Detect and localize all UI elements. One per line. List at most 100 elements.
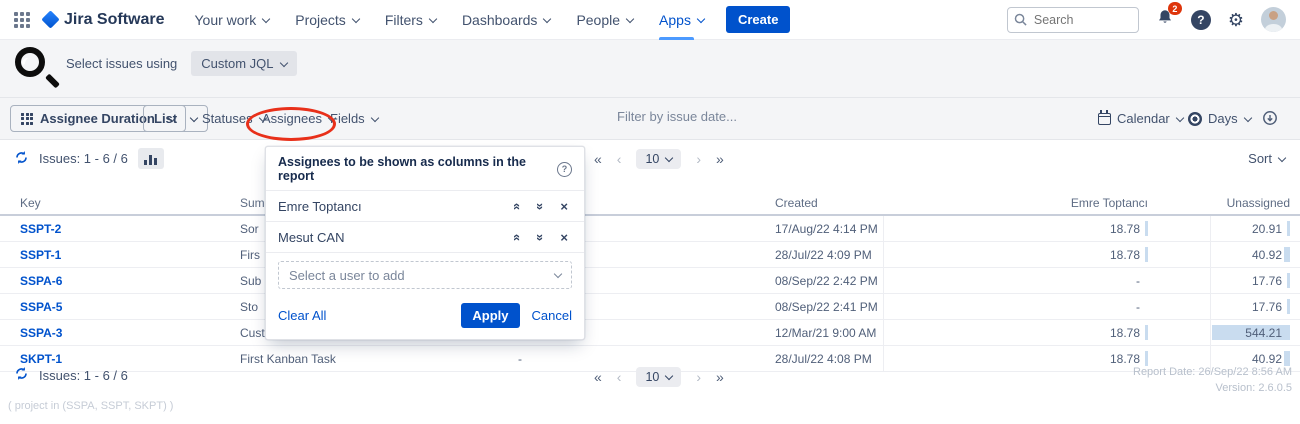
table-row[interactable]: SSPA-3 Custom Calendar Issue 19/Jul/22 1… [0, 320, 1300, 346]
jql-mode-dropdown[interactable]: Custom JQL [191, 51, 296, 76]
table-header-row: Key Summary Created Emre Toptancı Unassi… [0, 190, 1300, 216]
fields-dropdown[interactable]: Fields [330, 111, 378, 126]
remove-assignee-icon[interactable]: × [560, 231, 568, 244]
duration-bar [1284, 351, 1290, 366]
refresh-icon[interactable] [14, 150, 29, 168]
assignees-dropdown[interactable]: Assignees [262, 111, 335, 126]
jira-diamond-icon [41, 10, 59, 28]
issues-count-label: Issues: 1 - 6 / 6 [39, 151, 128, 166]
pagination-next-button[interactable]: › [696, 369, 701, 385]
notifications-bell-icon[interactable]: 2 [1156, 8, 1174, 31]
chevron-down-icon [279, 58, 287, 66]
issue-key-link[interactable]: SSPT-1 [20, 242, 61, 268]
table-row[interactable]: SSPT-1 Firs 28/Jul/22 4:09 PM 18.78 40.9… [0, 242, 1300, 268]
table-row[interactable]: SSPA-5 Sto 08/Sep/22 2:41 PM - 17.76 [0, 294, 1300, 320]
pagination-last-button[interactable]: » [716, 151, 724, 167]
remove-assignee-icon[interactable]: × [560, 200, 568, 213]
jira-logo[interactable]: Jira Software [44, 11, 164, 29]
nav-people[interactable]: People [576, 0, 633, 40]
sort-dropdown[interactable]: Sort [1248, 151, 1285, 166]
duration-bar [1284, 247, 1290, 262]
issue-key-link[interactable]: SSPA-3 [20, 320, 62, 346]
view-mode-dropdown[interactable]: List [143, 105, 208, 132]
column-header-assignee1[interactable]: Emre Toptancı [1008, 190, 1148, 216]
nav-apps[interactable]: Apps [659, 0, 704, 40]
chevron-down-icon [543, 14, 551, 22]
jql-echo-label: ( project in (SSPA, SSPT, SKPT) ) [8, 400, 173, 412]
issue-key-link[interactable]: SSPA-6 [20, 268, 62, 294]
move-up-icon[interactable]: « [511, 233, 524, 240]
report-version: Version: 2.6.0.5 [1133, 380, 1292, 396]
chevron-down-icon [370, 113, 378, 121]
apply-button[interactable]: Apply [461, 303, 519, 328]
issue-key-link[interactable]: SSPA-5 [20, 294, 62, 320]
duration-cell-assignee1: 18.78 [1008, 320, 1148, 346]
time-unit-dropdown[interactable]: Days [1188, 111, 1251, 126]
chevron-down-icon [190, 113, 198, 121]
column-separator [883, 216, 884, 372]
calendar-dropdown[interactable]: Calendar [1098, 111, 1183, 126]
table-row[interactable]: SSPT-2 Sor 17/Aug/22 4:14 PM 18.78 20.91 [0, 216, 1300, 242]
issues-count-label: Issues: 1 - 6 / 6 [39, 368, 128, 383]
duration-cell-unassigned: 544.21 [1150, 320, 1290, 346]
topnav-right: 2 ? ⚙ [1007, 7, 1286, 33]
column-header-created[interactable]: Created [775, 190, 818, 216]
cancel-link[interactable]: Cancel [532, 308, 572, 323]
statuses-dropdown[interactable]: Statuses [202, 111, 266, 126]
duration-cell-assignee1: - [1008, 294, 1148, 320]
pagination-first-button[interactable]: « [594, 369, 602, 385]
pagination-prev-button[interactable]: ‹ [617, 369, 622, 385]
chart-view-button[interactable] [138, 148, 164, 169]
issue-source-selector: Select issues using Custom JQL [66, 51, 297, 76]
assignee-list-item: Emre Toptancı « » × [266, 191, 584, 222]
nav-dashboards[interactable]: Dashboards [462, 0, 551, 40]
help-icon[interactable]: ? [1191, 10, 1211, 30]
assignees-panel: Assignees to be shown as columns in the … [265, 146, 585, 340]
duration-bar [1145, 325, 1148, 340]
app-switcher-icon[interactable] [14, 12, 30, 28]
panel-help-icon[interactable]: ? [557, 162, 572, 177]
page-size-select[interactable]: 10 [636, 367, 681, 387]
column-header-key[interactable]: Key [20, 190, 41, 216]
settings-gear-icon[interactable]: ⚙ [1228, 11, 1244, 29]
pagination-first-button[interactable]: « [594, 151, 602, 167]
column-header-unassigned[interactable]: Unassigned [1150, 190, 1290, 216]
duration-cell-assignee1: - [1008, 268, 1148, 294]
duration-bar [1287, 299, 1290, 314]
move-up-icon[interactable]: « [511, 202, 524, 209]
create-button[interactable]: Create [726, 6, 790, 33]
move-down-icon[interactable]: » [534, 202, 547, 209]
chevron-down-icon [1278, 153, 1286, 161]
chevron-down-icon [1243, 113, 1251, 121]
assignee-list-item: Mesut CAN « » × [266, 222, 584, 253]
chevron-down-icon [554, 270, 562, 278]
pagination-prev-button[interactable]: ‹ [617, 151, 622, 167]
issue-created-cell: 08/Sep/22 2:42 PM [775, 268, 878, 294]
add-user-select[interactable]: Select a user to add [278, 261, 572, 289]
duration-cell-unassigned: 17.76 [1150, 268, 1290, 294]
nav-filters[interactable]: Filters [385, 0, 436, 40]
issue-key-link[interactable]: SSPT-2 [20, 216, 61, 242]
pagination-bottom: « ‹ 10 › » [594, 367, 724, 387]
issue-created-cell: 17/Aug/22 4:14 PM [775, 216, 878, 242]
user-avatar[interactable] [1261, 7, 1286, 32]
footer-results-bar: Issues: 1 - 6 / 6 « ‹ 10 › » [0, 366, 1300, 392]
issue-summary: Sto [240, 294, 258, 320]
pagination-last-button[interactable]: » [716, 369, 724, 385]
nav-your-work[interactable]: Your work [194, 0, 269, 40]
duration-target-icon [1188, 112, 1202, 126]
page-size-select[interactable]: 10 [636, 149, 681, 169]
clear-all-link[interactable]: Clear All [278, 308, 326, 323]
pagination-next-button[interactable]: › [696, 151, 701, 167]
nav-projects[interactable]: Projects [295, 0, 359, 40]
table-row[interactable]: SSPA-6 Sub 08/Sep/22 2:42 PM - 17.76 [0, 268, 1300, 294]
refresh-icon[interactable] [14, 366, 29, 384]
jira-report-page: Jira Software Your work Projects Filters… [0, 0, 1300, 424]
assignee-name: Emre Toptancı [278, 199, 514, 214]
export-icon[interactable] [1262, 110, 1278, 126]
issue-date-filter-input[interactable] [615, 108, 835, 125]
issue-created-cell: 08/Sep/22 2:41 PM [775, 294, 878, 320]
chevron-down-icon [697, 14, 705, 22]
duration-bar [1287, 273, 1290, 288]
move-down-icon[interactable]: » [534, 233, 547, 240]
